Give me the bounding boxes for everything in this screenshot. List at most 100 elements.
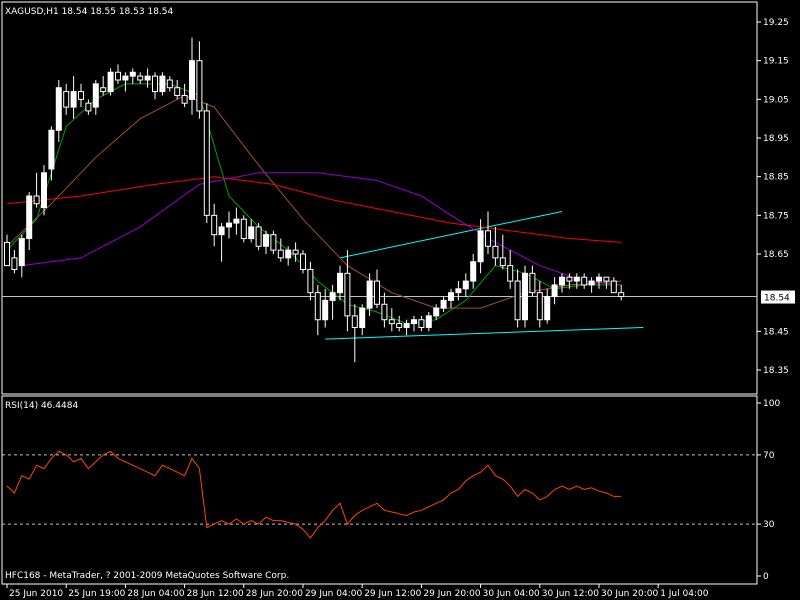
rsi-tick-label: 0: [763, 572, 769, 582]
candle-body: [11, 257, 18, 270]
candle-body: [226, 222, 232, 228]
moving-averages: [6, 83, 622, 325]
price-tick-label: 18.95: [763, 134, 789, 144]
candle-body: [618, 292, 625, 298]
candle-body: [492, 245, 499, 259]
candle-body: [107, 71, 114, 93]
candle-body: [18, 238, 25, 267]
candle-body: [240, 218, 247, 240]
ma_slow-line: [6, 176, 622, 243]
price-tick-label: 19.25: [763, 18, 789, 28]
trendlines: [325, 210, 644, 340]
candle-body: [573, 276, 580, 282]
rsi-panel: 100 70 30 0: [2, 399, 780, 582]
candle-body: [174, 87, 181, 96]
candle-body: [203, 110, 210, 216]
time-tick-label: 30 Jun 12:00: [542, 589, 599, 599]
rsi-tick-label: 100: [763, 399, 780, 409]
candle-body: [544, 296, 551, 321]
candle-body: [144, 75, 151, 81]
candle-body: [551, 284, 558, 298]
candle-body: [70, 91, 77, 108]
candle-body: [233, 218, 240, 224]
candle-body: [433, 307, 440, 317]
symbol-info-label: XAGUSD,H1 18.54 18.55 18.53 18.54: [5, 7, 174, 17]
rsi-tick-label: 30: [763, 520, 775, 530]
candle-body: [292, 249, 299, 255]
rsi-panel-frame: [1, 395, 758, 585]
candle-body: [603, 276, 610, 282]
candlesticks: [4, 37, 625, 363]
candle-body: [581, 276, 588, 286]
time-tick-label: 28 Jun 20:00: [246, 589, 303, 599]
time-axis: 25 Jun 2010 25 Jun 19:00 28 Jun 04:00 28 Ju…: [6, 584, 709, 599]
candle-body: [596, 276, 602, 282]
time-tick-label: 30 Jun 04:00: [483, 589, 540, 599]
candle-body: [485, 230, 491, 247]
candle-body: [477, 230, 484, 263]
candle-body: [285, 249, 292, 259]
candle-body: [166, 79, 173, 89]
candle-body: [448, 292, 454, 301]
time-tick-label: 30 Jun 20:00: [601, 589, 658, 599]
candle-body: [418, 319, 425, 328]
price-tick-label: 18.65: [763, 250, 789, 260]
time-tick-label: 29 Jun 12:00: [364, 589, 421, 599]
candle-body: [277, 249, 284, 259]
rsi-line: [6, 450, 622, 539]
candle-body: [499, 257, 506, 267]
candle-body: [300, 253, 306, 270]
candle-body: [63, 91, 70, 108]
candle-body: [85, 102, 92, 112]
candle-body: [137, 75, 144, 81]
time-tick-label: 25 Jun 2010: [9, 589, 63, 599]
candle-body: [366, 280, 373, 309]
candle-body: [129, 71, 136, 77]
chart-canvas: 19.25 19.15 19.05 18.95 18.85 18.75 18.65 18.45…: [1, 1, 795, 599]
candle-body: [470, 261, 477, 282]
price-tick-label: 18.35: [763, 366, 789, 376]
candle-body: [92, 83, 99, 108]
price-tick-label: 18.45: [763, 327, 789, 337]
candle-body: [181, 94, 188, 104]
price-tick-label: 18.75: [763, 211, 789, 221]
price-tick-label: 19.15: [763, 57, 789, 67]
trendline: [339, 210, 563, 259]
candle-body: [359, 307, 366, 328]
current-price-tag: 18.54: [761, 290, 795, 304]
candle-body: [403, 323, 410, 328]
ma_mid-line: [6, 94, 622, 309]
candle-body: [529, 272, 536, 294]
candle-body: [26, 195, 33, 240]
candle-body: [425, 315, 432, 328]
candle-body: [514, 280, 521, 321]
candle-body: [610, 280, 617, 294]
candle-body: [159, 75, 166, 93]
rsi-tick-label: 70: [763, 451, 775, 461]
price-tick-label: 18.85: [763, 173, 789, 183]
candle-body: [322, 299, 329, 321]
time-tick-label: 25 Jun 19:00: [68, 589, 125, 599]
candle-body: [48, 129, 55, 170]
candle-body: [536, 292, 543, 321]
candle-body: [55, 87, 62, 131]
candle-body: [388, 319, 395, 325]
candle-body: [307, 268, 314, 294]
candle-body: [507, 265, 514, 282]
current-price-value: 18.54: [764, 294, 790, 304]
ma_fast-line: [6, 83, 622, 325]
candle-body: [566, 276, 573, 282]
time-tick-label: 29 Jun 20:00: [423, 589, 480, 599]
candle-body: [41, 172, 47, 209]
candle-body: [248, 226, 255, 240]
candle-body: [189, 60, 195, 100]
candle-body: [270, 234, 277, 251]
candle-body: [4, 241, 10, 267]
candle-body: [196, 60, 203, 112]
candle-body: [588, 280, 595, 286]
candle-body: [462, 280, 469, 290]
candle-body: [351, 315, 358, 328]
candle-body: [337, 272, 343, 294]
time-tick-label: 28 Jun 12:00: [187, 589, 244, 599]
candle-body: [411, 319, 417, 325]
